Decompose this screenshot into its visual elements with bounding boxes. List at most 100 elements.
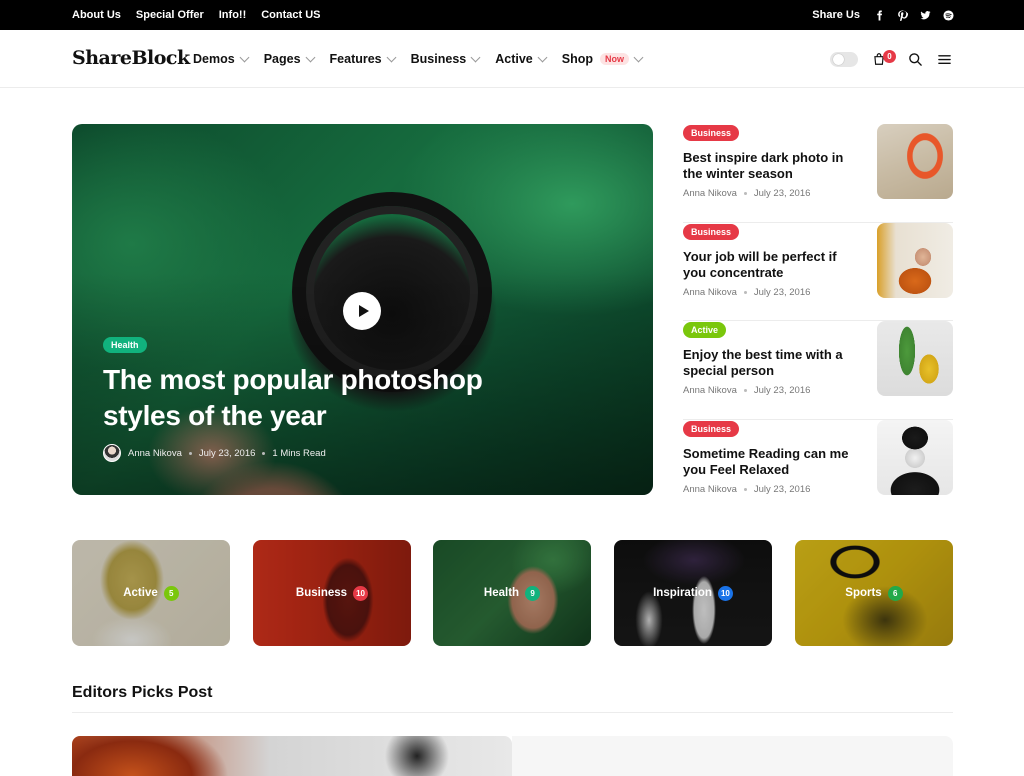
post-date: July 23, 2016 (753, 188, 811, 199)
category-count: 9 (525, 585, 541, 601)
post-title[interactable]: Best inspire dark photo in the winter se… (683, 150, 863, 182)
category-label: Active (123, 587, 158, 599)
post-meta: Anna Nikova July 23, 2016 (683, 287, 810, 298)
post-title[interactable]: Your job will be perfect if you concentr… (683, 249, 863, 281)
category-grid: Active 5 Business 10 Health 9 Inspiration 10… (72, 540, 953, 646)
category-label: Sports (845, 587, 882, 599)
post-category-tag[interactable]: Active (683, 322, 727, 338)
post-date: July 23, 2016 (753, 385, 811, 396)
category-card-health[interactable]: Health 9 (433, 540, 591, 646)
meta-separator (743, 290, 747, 294)
category-card-active[interactable]: Active 5 (72, 540, 230, 646)
category-card-inspiration[interactable]: Inspiration 10 (614, 540, 772, 646)
nav-label: Features (329, 52, 382, 66)
twitter-icon[interactable] (920, 10, 931, 21)
section-title: Editors Picks Post (72, 684, 213, 701)
nav-features[interactable]: Features (329, 52, 397, 66)
top-link-info[interactable]: Info!! (219, 9, 246, 21)
post-author[interactable]: Anna Nikova (683, 188, 737, 199)
share-bar: Share Us (812, 0, 954, 30)
hero-read-time: 1 Mins Read (272, 447, 326, 459)
meta-separator (743, 192, 747, 195)
featured-post-panel (512, 736, 953, 776)
meta-separator (743, 389, 747, 392)
pinterest-icon[interactable] (897, 9, 908, 21)
nav-demos[interactable]: Demos (193, 52, 250, 66)
chevron-down-icon (305, 52, 315, 62)
facebook-icon[interactable] (874, 9, 885, 21)
category-card-sports[interactable]: Sports 6 (795, 540, 953, 646)
post-thumbnail[interactable] (877, 321, 953, 396)
play-icon (358, 305, 369, 317)
post-category-tag[interactable]: Business (683, 125, 740, 141)
post-author[interactable]: Anna Nikova (683, 484, 737, 495)
author-avatar (103, 444, 121, 462)
category-label: Health (483, 587, 520, 599)
category-label-row: Business 10 (253, 540, 411, 646)
meta-separator (743, 487, 747, 491)
post-author[interactable]: Anna Nikova (683, 385, 737, 396)
post-meta: Anna Nikova July 23, 2016 (683, 188, 810, 199)
meta-separator (262, 451, 266, 455)
post-category-tag[interactable]: Business (683, 420, 740, 437)
hero-post[interactable]: Health The most popular photoshop styles… (72, 124, 653, 495)
hero-meta: Anna Nikova July 23, 2016 1 Mins Read (103, 444, 326, 462)
post-thumbnail[interactable] (877, 222, 953, 298)
category-label: Business (295, 587, 348, 599)
nav-active[interactable]: Active (495, 52, 548, 66)
category-count: 10 (353, 585, 369, 601)
category-count: 5 (163, 585, 179, 601)
section-divider (72, 712, 953, 713)
category-label-row: Inspiration 10 (614, 540, 772, 646)
chevron-down-icon (537, 52, 548, 62)
category-card-business[interactable]: Business 10 (253, 540, 411, 646)
menu-icon[interactable] (937, 52, 952, 67)
new-badge: Now (600, 53, 630, 65)
category-count: 6 (887, 585, 903, 601)
hero-date: July 23, 2016 (198, 447, 256, 459)
category-label-row: Sports 6 (795, 540, 953, 646)
post-category-tag[interactable]: Business (683, 223, 740, 240)
post-title[interactable]: Sometime Reading can me you Feel Relaxed (683, 446, 863, 478)
main-header: ShareBlock Demos Pages Features Business… (0, 30, 1024, 88)
category-label: Inspiration (653, 587, 712, 599)
toggle-knob (833, 53, 844, 65)
list-item: Active Enjoy the best time with a specia… (683, 321, 953, 420)
site-logo[interactable]: ShareBlock (72, 47, 190, 69)
nav-label: Demos (193, 52, 235, 66)
nav-pages[interactable]: Pages (263, 52, 315, 66)
dark-mode-toggle[interactable] (830, 51, 858, 67)
post-meta: Anna Nikova July 23, 2016 (683, 385, 810, 396)
top-link-about[interactable]: About Us (72, 9, 121, 21)
nav-shop[interactable]: Shop Now (562, 52, 644, 66)
top-link-contact[interactable]: Contact US (261, 9, 320, 21)
hero-category-tag[interactable]: Health (103, 337, 147, 353)
chevron-down-icon (470, 52, 481, 62)
search-icon[interactable] (908, 52, 923, 67)
post-title[interactable]: Enjoy the best time with a special perso… (683, 347, 863, 379)
spotify-icon[interactable] (943, 9, 954, 21)
featured-post-image[interactable] (72, 736, 512, 776)
list-item: Business Your job will be perfect if you… (683, 222, 953, 321)
chevron-down-icon (633, 52, 644, 62)
post-meta: Anna Nikova July 23, 2016 (683, 484, 810, 495)
hero-author[interactable]: Anna Nikova (128, 448, 182, 459)
post-author[interactable]: Anna Nikova (683, 287, 737, 298)
top-bar: About Us Special Offer Info!! Contact US… (0, 0, 1024, 30)
chevron-down-icon (239, 52, 250, 62)
list-item: Business Sometime Reading can me you Fee… (683, 419, 953, 519)
top-link-special-offer[interactable]: Special Offer (136, 9, 204, 21)
top-links: About Us Special Offer Info!! Contact US (72, 0, 321, 30)
play-button[interactable] (343, 292, 381, 330)
list-item: Business Best inspire dark photo in the … (683, 124, 953, 223)
chevron-down-icon (386, 52, 397, 62)
cart-button[interactable]: 0 (872, 50, 896, 66)
post-thumbnail[interactable] (877, 419, 953, 495)
post-thumbnail[interactable] (877, 124, 953, 199)
hero-title[interactable]: The most popular photoshop styles of the… (103, 362, 543, 434)
category-label-row: Active 5 (72, 540, 230, 646)
nav-business[interactable]: Business (411, 52, 481, 66)
category-label-row: Health 9 (433, 540, 591, 646)
nav-label: Pages (263, 52, 301, 66)
nav-label: Active (495, 52, 533, 66)
